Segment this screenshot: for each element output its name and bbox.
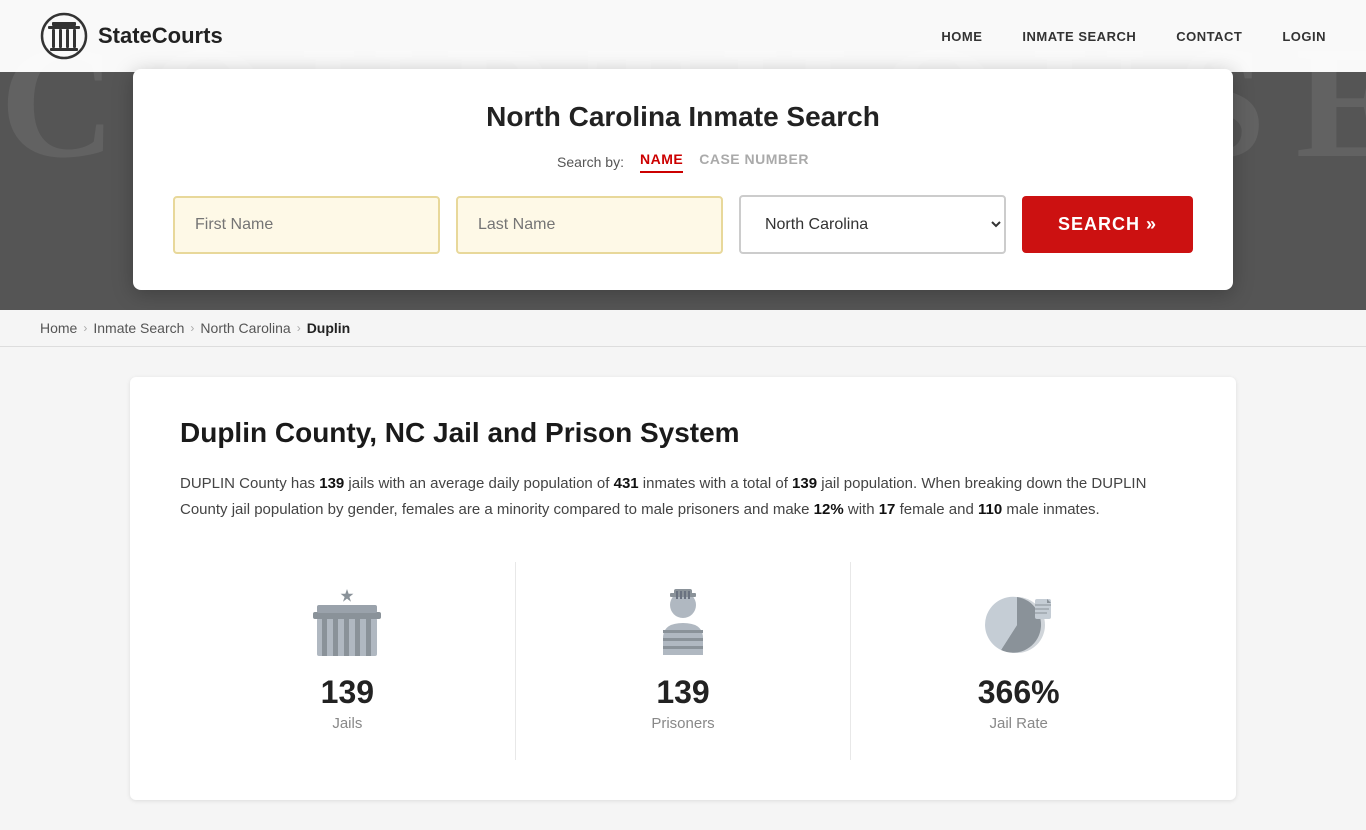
stat-rate-label: Jail Rate	[881, 715, 1156, 732]
top-nav: StateCourts HOME INMATE SEARCH CONTACT L…	[0, 0, 1366, 72]
logo[interactable]: StateCourts	[40, 12, 223, 60]
description: DUPLIN County has 139 jails with an aver…	[180, 471, 1186, 522]
breadcrumb-nc[interactable]: North Carolina	[200, 320, 290, 336]
main-content: Duplin County, NC Jail and Prison System…	[0, 347, 1366, 830]
search-fields: North Carolina Alabama Alaska Arizona Ca…	[173, 195, 1193, 254]
last-name-input[interactable]	[456, 196, 723, 254]
content-card: Duplin County, NC Jail and Prison System…	[130, 377, 1236, 800]
stat-jails-number: 139	[210, 674, 485, 711]
search-tab-name[interactable]: NAME	[640, 151, 683, 173]
desc-mid1: jails with an average daily population o…	[344, 475, 613, 492]
prisoner-icon	[546, 582, 821, 662]
desc-pct: 12%	[814, 501, 844, 518]
page-heading: Duplin County, NC Jail and Prison System	[180, 417, 1186, 449]
pie-chart-icon	[881, 582, 1156, 662]
stat-rate-number: 366%	[881, 674, 1156, 711]
desc-jails: 139	[319, 475, 344, 492]
stat-prisoners-number: 139	[546, 674, 821, 711]
nav-contact[interactable]: CONTACT	[1176, 29, 1242, 44]
desc-mid5: female and	[895, 501, 978, 518]
desc-male: 110	[978, 501, 1002, 518]
header: COURTHOUSE StateCourts HOME INMATE SEARC…	[0, 0, 1366, 310]
state-select[interactable]: North Carolina Alabama Alaska Arizona Ca…	[739, 195, 1006, 254]
desc-end: male inmates.	[1002, 501, 1100, 518]
search-card: North Carolina Inmate Search Search by: …	[133, 69, 1233, 290]
search-tab-case[interactable]: CASE NUMBER	[699, 151, 809, 173]
nav-home[interactable]: HOME	[941, 29, 982, 44]
desc-mid2: inmates with a total of	[639, 475, 792, 492]
desc-avg: 431	[614, 475, 639, 492]
jail-icon	[210, 582, 485, 662]
breadcrumb: Home › Inmate Search › North Carolina › …	[0, 310, 1366, 347]
stat-prisoners-label: Prisoners	[546, 715, 821, 732]
desc-female: 17	[879, 501, 896, 518]
first-name-input[interactable]	[173, 196, 440, 254]
search-button[interactable]: SEARCH »	[1022, 196, 1193, 253]
breadcrumb-sep-2: ›	[190, 321, 194, 335]
breadcrumb-home[interactable]: Home	[40, 320, 77, 336]
breadcrumb-inmate-search[interactable]: Inmate Search	[93, 320, 184, 336]
search-by-row: Search by: NAME CASE NUMBER	[173, 151, 1193, 173]
stat-rate: 366% Jail Rate	[851, 562, 1186, 760]
nav-login[interactable]: LOGIN	[1282, 29, 1326, 44]
nav-inmate-search[interactable]: INMATE SEARCH	[1022, 29, 1136, 44]
desc-intro: DUPLIN County has	[180, 475, 319, 492]
breadcrumb-current: Duplin	[307, 320, 351, 336]
search-card-title: North Carolina Inmate Search	[173, 101, 1193, 133]
search-by-label: Search by:	[557, 154, 624, 170]
nav-links: HOME INMATE SEARCH CONTACT LOGIN	[941, 29, 1326, 44]
breadcrumb-sep-1: ›	[83, 321, 87, 335]
logo-icon	[40, 12, 88, 60]
stats-row: 139 Jails	[180, 562, 1186, 760]
desc-total: 139	[792, 475, 817, 492]
logo-text: StateCourts	[98, 23, 223, 49]
stat-jails-label: Jails	[210, 715, 485, 732]
breadcrumb-sep-3: ›	[297, 321, 301, 335]
stat-prisoners: 139 Prisoners	[516, 562, 852, 760]
desc-mid4: with	[844, 501, 879, 518]
stat-jails: 139 Jails	[180, 562, 516, 760]
